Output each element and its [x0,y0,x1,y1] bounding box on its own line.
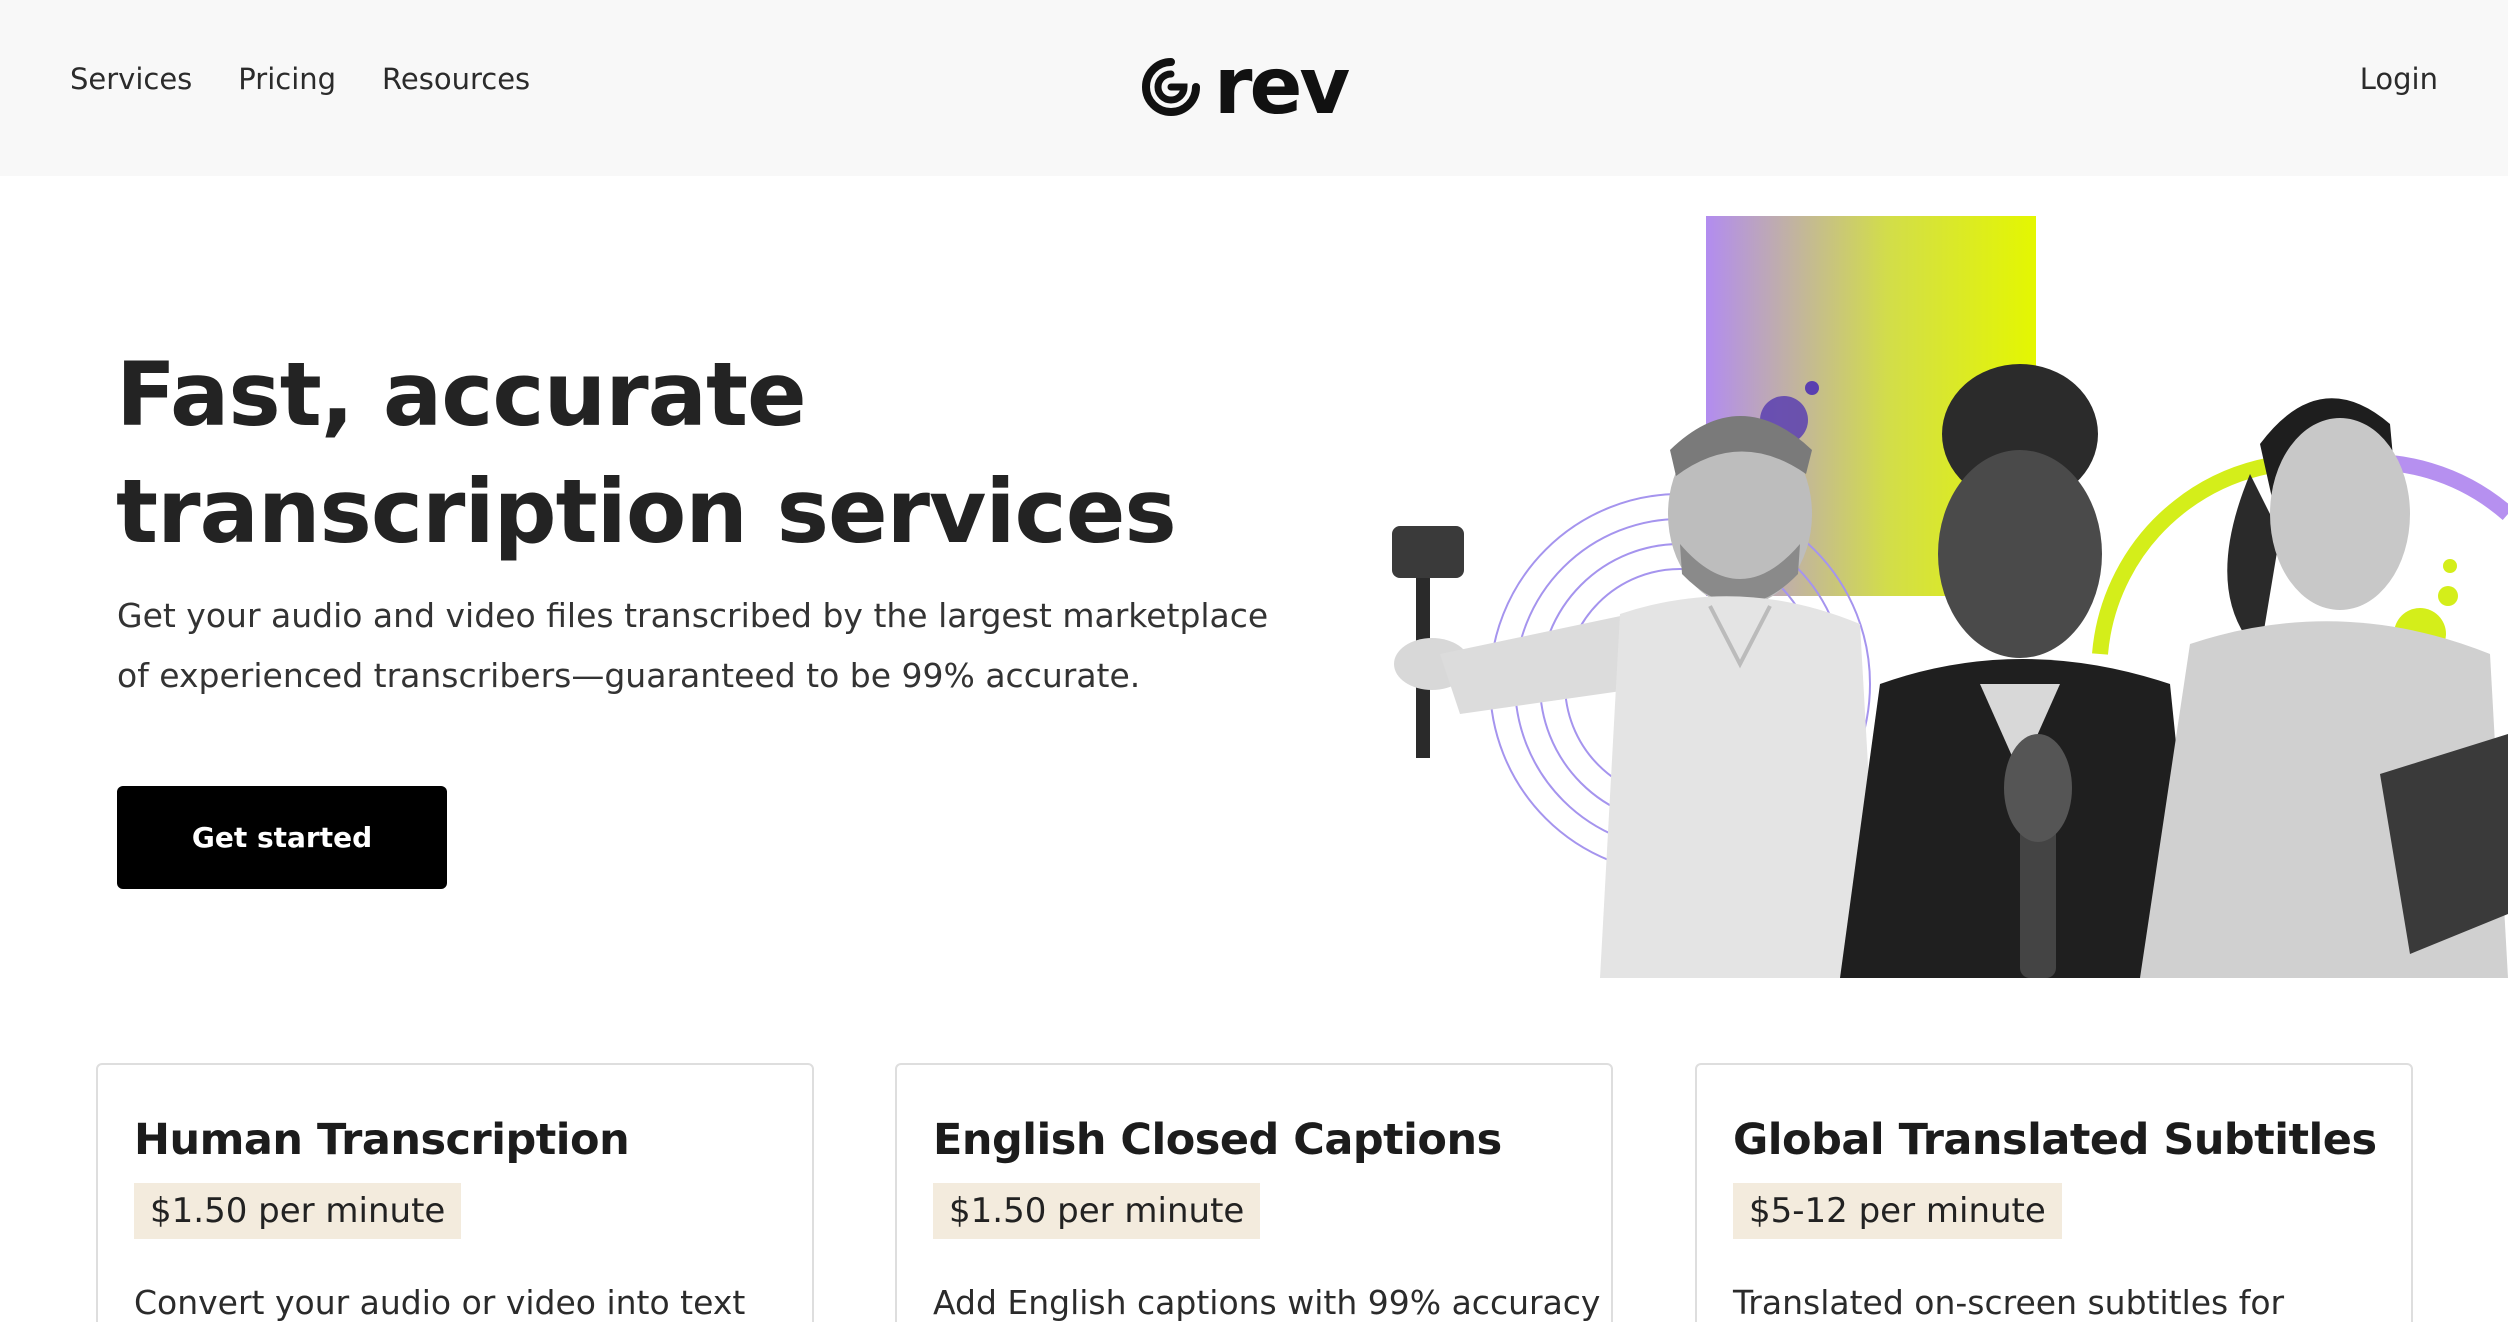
hero-title-line-2: transcription services [116,460,1177,563]
card-description: Add English captions with 99% accuracy [933,1283,1601,1322]
card-description: Convert your audio or video into text [134,1283,746,1322]
rev-logo[interactable]: rev [1142,42,1350,132]
hero-subtitle-line-1: Get your audio and video files transcrib… [117,596,1269,635]
lime-dot-small [2438,586,2458,606]
lime-dot-tiny [2443,559,2457,573]
nav-resources[interactable]: Resources [382,62,530,96]
hero-subtitle-line-2: of experienced transcribers—guaranteed t… [117,656,1141,695]
service-card-global-translated-subtitles[interactable]: Global Translated Subtitles $5-12 per mi… [1695,1063,2413,1322]
card-title: Global Translated Subtitles [1733,1115,2377,1165]
main-nav: Services Pricing Resources [70,62,530,96]
price-tag: $1.50 per minute [933,1183,1261,1239]
get-started-button[interactable]: Get started [117,786,447,889]
login-link[interactable]: Login [2360,62,2438,96]
hero-title: Fast, accurate transcription services [116,336,1216,570]
people-collage-image [1392,216,2508,978]
purple-dot-small [1805,381,1819,395]
man-with-camera-figure [1392,416,1880,978]
service-card-english-closed-captions[interactable]: English Closed Captions $1.50 per minute… [895,1063,1613,1322]
hero-illustration [1380,214,2508,978]
hero-subtitle: Get your audio and video files transcrib… [117,586,1297,706]
service-card-human-transcription[interactable]: Human Transcription $1.50 per minute Con… [96,1063,814,1322]
hero-title-line-1: Fast, accurate [116,343,807,446]
price-tag: $5-12 per minute [1733,1183,2062,1239]
price-tag: $1.50 per minute [134,1183,462,1239]
site-header: Services Pricing Resources rev Login [0,0,2508,176]
card-title: Human Transcription [134,1115,630,1165]
nav-pricing[interactable]: Pricing [238,62,336,96]
card-description: Translated on-screen subtitles for [1733,1283,2285,1322]
logo-wordmark: rev [1214,42,1350,132]
card-title: English Closed Captions [933,1115,1502,1165]
nav-services[interactable]: Services [70,62,192,96]
rev-logo-icon [1142,58,1200,116]
